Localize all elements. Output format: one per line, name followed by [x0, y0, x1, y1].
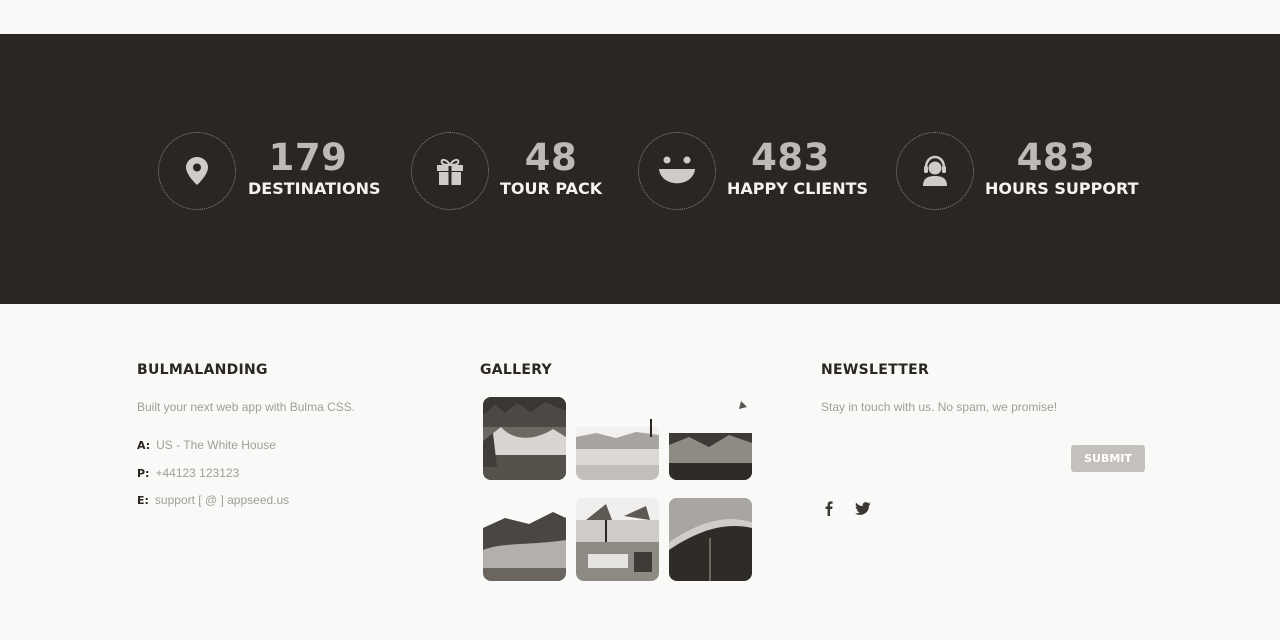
- footer-about-title: BULMALANDING: [137, 362, 268, 378]
- mountain-valley-photo: [669, 397, 752, 480]
- stat-happy-clients: 483 HAPPY CLIENTS: [638, 132, 868, 210]
- email-key: E:: [137, 494, 149, 507]
- lakeside-shore-photo: [576, 397, 659, 480]
- stats-section: 179 DESTINATIONS 48 TOUR PACK 483 HAPPY …: [0, 34, 1280, 304]
- stat-number: 48: [524, 136, 578, 179]
- map-pin-icon: [186, 157, 208, 185]
- footer-gallery-title: GALLERY: [480, 362, 552, 378]
- smiley-icon: [659, 156, 695, 184]
- address-key: A:: [137, 439, 151, 452]
- gallery-thumb-beach[interactable]: [576, 498, 659, 581]
- stat-number: 483: [1016, 136, 1096, 179]
- stat-label: HAPPY CLIENTS: [727, 179, 869, 198]
- footer-gallery: GALLERY: [480, 360, 770, 600]
- gallery-thumb-coastal[interactable]: [483, 498, 566, 581]
- gallery-thumb-sailboat[interactable]: [669, 498, 752, 581]
- stat-tour-pack: 48 TOUR PACK: [411, 132, 611, 210]
- footer-about-text: Built your next web app with Bulma CSS.: [137, 400, 356, 414]
- twitter-icon: [855, 502, 871, 515]
- footer-newsletter: NEWSLETTER Stay in touch with us. No spa…: [821, 360, 1151, 530]
- beach-umbrellas-photo: [576, 498, 659, 581]
- gallery-thumb-lakeside[interactable]: [576, 397, 659, 480]
- stat-hours-support: 483 HOURS SUPPORT: [896, 132, 1139, 210]
- stat-number: 179: [268, 136, 348, 179]
- facebook-icon: [825, 501, 833, 516]
- stat-label: HOURS SUPPORT: [985, 179, 1139, 198]
- stat-label: TOUR PACK: [500, 179, 603, 198]
- forest-lake-photo: [483, 397, 566, 480]
- stat-destinations: 179 DESTINATIONS: [158, 132, 381, 210]
- email-value[interactable]: support [ @ ] appseed.us: [155, 493, 289, 507]
- newsletter-submit-button[interactable]: SUBMIT: [1071, 445, 1145, 472]
- stat-icon-circle: [158, 132, 236, 210]
- footer-phone: P: +44123 123123: [137, 466, 239, 480]
- footer-about: BULMALANDING Built your next web app wit…: [137, 360, 437, 560]
- stat-label: DESTINATIONS: [248, 179, 381, 198]
- newsletter-email-input[interactable]: [821, 445, 1065, 472]
- gallery-thumb-mountain[interactable]: [669, 397, 752, 480]
- phone-value[interactable]: +44123 123123: [155, 466, 239, 480]
- newsletter-text: Stay in touch with us. No spam, we promi…: [821, 400, 1058, 414]
- twitter-link[interactable]: [855, 500, 871, 516]
- support-agent-icon: [923, 155, 947, 186]
- stat-icon-circle: [896, 132, 974, 210]
- sailboat-sail-photo: [669, 498, 752, 581]
- coastal-hills-photo: [483, 498, 566, 581]
- stat-icon-circle: [411, 132, 489, 210]
- gallery-thumb-forest-lake[interactable]: [483, 397, 566, 480]
- stat-number: 483: [751, 136, 830, 179]
- address-value: US - The White House: [156, 438, 276, 452]
- gift-icon: [437, 158, 463, 185]
- stat-icon-circle: [638, 132, 716, 210]
- facebook-link[interactable]: [821, 500, 837, 516]
- footer-address: A: US - The White House: [137, 438, 276, 452]
- footer-newsletter-title: NEWSLETTER: [821, 362, 930, 378]
- phone-key: P:: [137, 467, 150, 480]
- footer-email: E: support [ @ ] appseed.us: [137, 493, 289, 507]
